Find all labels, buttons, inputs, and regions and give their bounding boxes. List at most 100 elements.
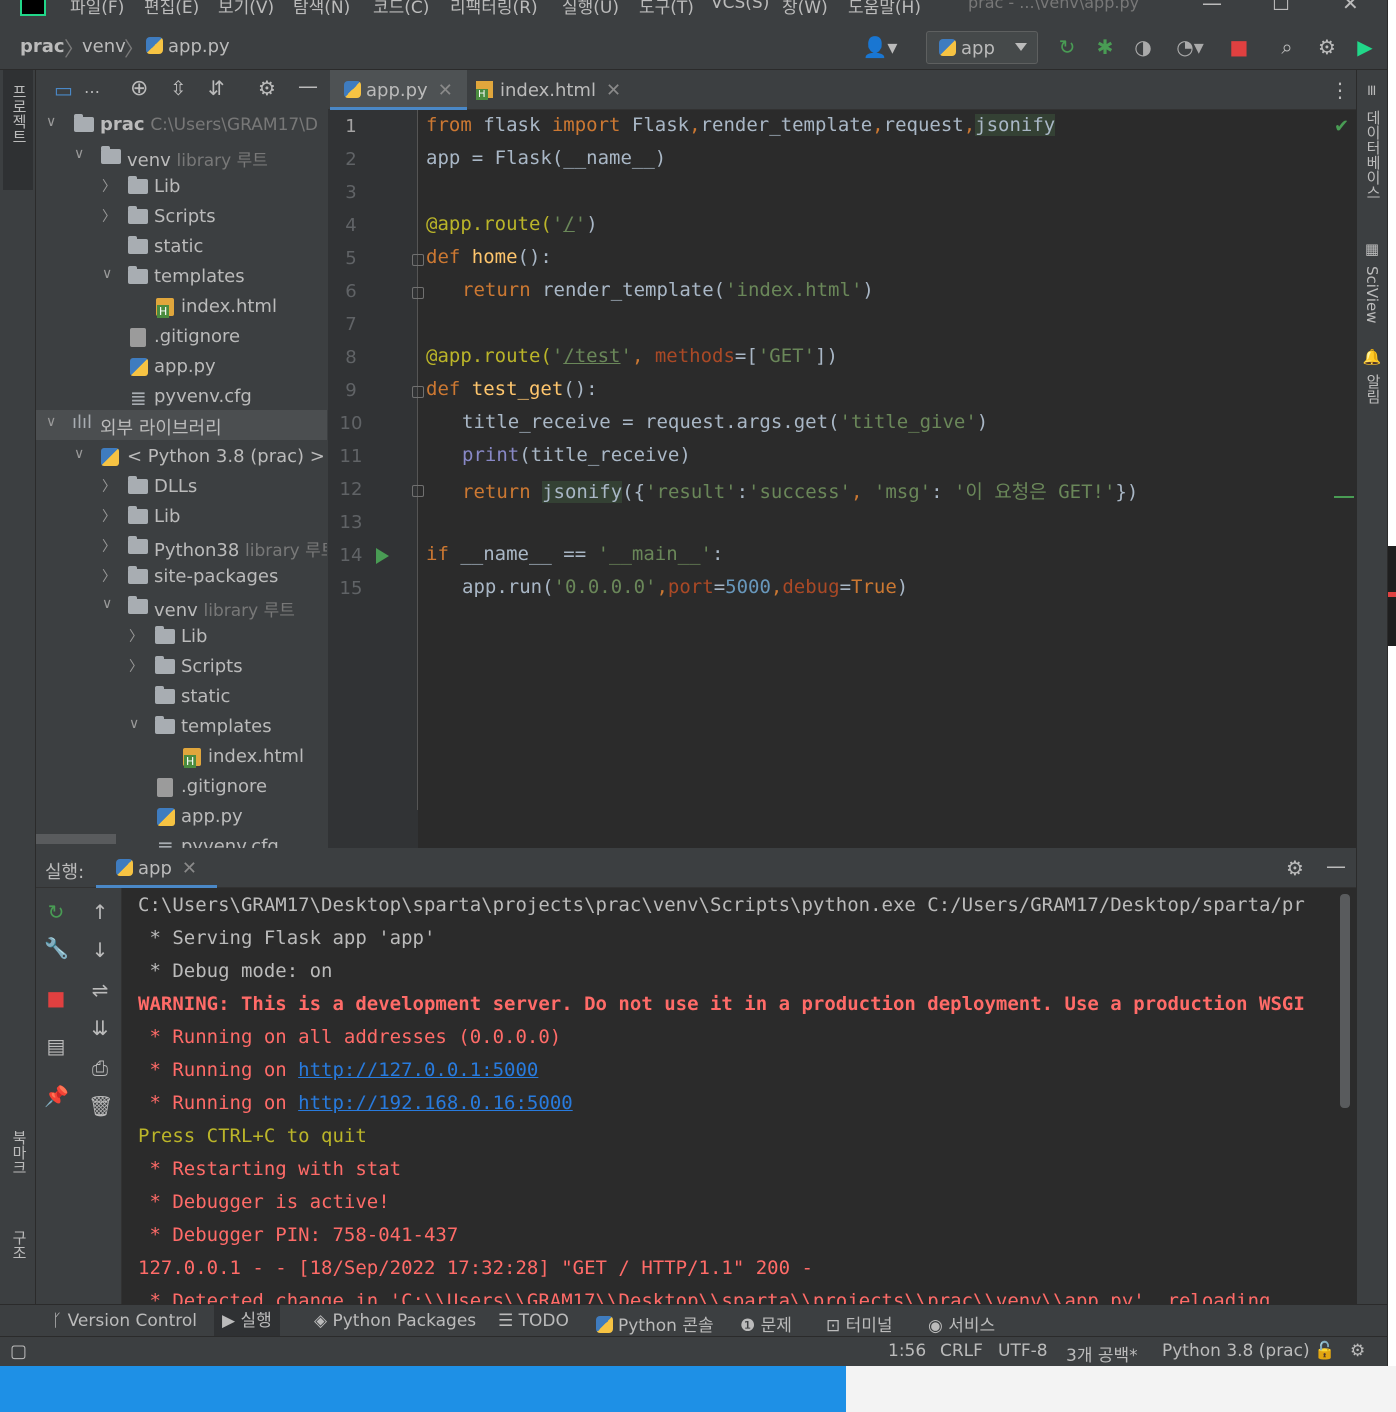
chevron-right-icon[interactable]: 〉 xyxy=(102,506,116,526)
tree-item-sdk-gitignore[interactable]: .gitignore xyxy=(36,772,327,802)
panel-settings-gear-icon[interactable]: ⚙ xyxy=(258,76,276,100)
console-scrollbar[interactable] xyxy=(1340,894,1350,1108)
tree-item-sdk-venv-scripts[interactable]: 〉 Scripts xyxy=(36,652,327,682)
pin-icon[interactable]: 📌 xyxy=(44,1084,69,1108)
menu-view[interactable]: 보기(V) xyxy=(218,0,274,16)
tool-window-database[interactable]: 데이터베이스 xyxy=(1363,110,1384,200)
chevron-right-icon[interactable]: 〉 xyxy=(102,206,116,226)
close-window-icon[interactable]: ✕ xyxy=(1342,0,1359,15)
tool-window-project[interactable]: 프로젝트 xyxy=(9,84,30,144)
trash-icon[interactable]: 🗑 xyxy=(88,1094,113,1118)
maximize-icon[interactable]: ☐ xyxy=(1272,0,1290,15)
wrench-icon[interactable]: 🔧 xyxy=(44,936,69,960)
coverage-icon[interactable]: ◑ xyxy=(1132,36,1154,58)
line-separator[interactable]: CRLF xyxy=(940,1341,983,1361)
chevron-down-icon[interactable]: ∨ xyxy=(46,414,56,430)
tree-item-gitignore[interactable]: .gitignore xyxy=(36,322,327,352)
console-link-localhost[interactable]: http://127.0.0.1:5000 xyxy=(298,1059,538,1081)
chevron-right-icon[interactable]: 〉 xyxy=(102,476,116,496)
stop-icon[interactable]: ■ xyxy=(1228,36,1250,58)
menu-navigate[interactable]: 탐색(N) xyxy=(293,0,350,16)
tool-python-packages[interactable]: ◈ Python Packages xyxy=(314,1311,476,1331)
restore-layout-icon[interactable]: ▤ xyxy=(44,1034,68,1058)
tree-item-sdk-venv-lib[interactable]: 〉 Lib xyxy=(36,622,327,652)
chevron-down-icon[interactable]: ∨ xyxy=(102,266,112,282)
chevron-down-icon[interactable]: ∨ xyxy=(74,446,84,462)
tree-item-site-packages[interactable]: 〉 site-packages xyxy=(36,562,327,592)
menu-code[interactable]: 코드(C) xyxy=(373,0,429,16)
chevron-right-icon[interactable]: 〉 xyxy=(129,626,143,646)
run-gutter-icon[interactable] xyxy=(376,548,389,564)
breadcrumb-project[interactable]: prac xyxy=(20,36,65,57)
print-icon[interactable]: ⎙ xyxy=(88,1056,112,1080)
user-account-icon[interactable]: 👤▾ xyxy=(862,36,898,58)
tree-item-venv[interactable]: ∨ venv library 루트 xyxy=(36,142,327,172)
chevron-down-icon[interactable]: ∨ xyxy=(102,596,112,612)
tree-item-project-root[interactable]: ∨ prac C:\Users\GRAM17\D xyxy=(36,110,327,140)
more-options-icon[interactable]: ⋮ xyxy=(1330,78,1350,102)
chevron-down-icon[interactable]: ∨ xyxy=(46,114,56,130)
tool-window-sciview[interactable]: SciView xyxy=(1363,266,1381,324)
tree-item-sdk-app-py[interactable]: app.py xyxy=(36,802,327,832)
tool-todo[interactable]: ☰ TODO xyxy=(498,1311,569,1331)
locate-file-icon[interactable]: ⊕ xyxy=(130,76,148,101)
tab-app-py[interactable]: app.py ✕ xyxy=(330,70,467,110)
chevron-down-icon[interactable]: ∨ xyxy=(129,716,139,732)
tool-run[interactable]: ▶ 실행 xyxy=(214,1305,280,1337)
menu-vcs[interactable]: VCS(S) xyxy=(711,0,769,13)
console-output[interactable]: C:\Users\GRAM17\Desktop\sparta\projects\… xyxy=(138,888,1348,1304)
tree-item-dlls[interactable]: 〉 DLLs xyxy=(36,472,327,502)
chevron-right-icon[interactable]: 〉 xyxy=(102,536,116,556)
tool-services[interactable]: ◉ 서비스 xyxy=(928,1311,995,1336)
minimize-icon[interactable]: — xyxy=(1202,0,1222,15)
menu-window[interactable]: 창(W) xyxy=(782,0,828,16)
tree-item-sdk-venv-templates[interactable]: ∨ templates xyxy=(36,712,327,742)
arrow-down-icon[interactable]: ↓ xyxy=(88,938,112,962)
profile-icon[interactable]: ◔▾ xyxy=(1170,36,1210,58)
jetbrains-toolbox-icon[interactable]: ▶ xyxy=(1354,36,1376,58)
inspection-ok-check-icon[interactable]: ✔ xyxy=(1334,116,1349,137)
console-link-lan[interactable]: http://192.168.0.16:5000 xyxy=(298,1092,573,1114)
chevron-right-icon[interactable]: 〉 xyxy=(102,566,116,586)
file-encoding[interactable]: UTF-8 xyxy=(998,1341,1048,1361)
tree-item-sdk-index-html[interactable]: index.html xyxy=(36,742,327,772)
breadcrumb-file[interactable]: app.py xyxy=(146,36,230,57)
menu-help[interactable]: 도움말(H) xyxy=(848,0,921,16)
lock-icon[interactable]: 🔓 xyxy=(1314,1341,1335,1361)
soft-wrap-icon[interactable]: ⇌ xyxy=(88,978,112,1002)
expand-all-icon[interactable]: ⇳ xyxy=(170,76,187,100)
tree-item-sdk-venv-static[interactable]: static xyxy=(36,682,327,712)
stop-icon[interactable]: ■ xyxy=(44,986,68,1010)
tab-index-html[interactable]: index.html ✕ xyxy=(462,70,635,110)
menu-run[interactable]: 실행(U) xyxy=(562,0,619,16)
caret-position[interactable]: 1:56 xyxy=(888,1341,926,1361)
indent-setting[interactable]: 3개 공백* xyxy=(1066,1341,1138,1366)
tree-item-app-py[interactable]: app.py xyxy=(36,352,327,382)
project-horizontal-scrollbar[interactable] xyxy=(36,834,116,844)
run-settings-gear-icon[interactable]: ⚙ xyxy=(1286,856,1304,880)
tree-item-sdk-venv[interactable]: ∨ venv library 루트 xyxy=(36,592,327,622)
rerun-icon[interactable]: ↻ xyxy=(1056,36,1078,58)
fold-marker-icon[interactable] xyxy=(412,386,424,398)
tool-version-control[interactable]: ᚴ Version Control xyxy=(52,1311,197,1331)
close-tab-icon[interactable]: ✕ xyxy=(606,80,621,101)
tool-problems[interactable]: ❶ 문제 xyxy=(740,1311,792,1336)
hide-panel-icon[interactable]: — xyxy=(298,74,318,98)
tree-item-lib[interactable]: 〉 Lib xyxy=(36,172,327,202)
chevron-down-icon[interactable]: ∨ xyxy=(74,146,84,162)
tool-window-structure[interactable]: 구조 xyxy=(9,1230,30,1260)
tree-item-static[interactable]: static xyxy=(36,232,327,262)
menu-edit[interactable]: 편집(E) xyxy=(144,0,199,16)
fold-marker-icon[interactable] xyxy=(412,254,424,266)
project-view-icon[interactable]: ▭ xyxy=(54,78,73,102)
notifications-icon[interactable]: ⚙ xyxy=(1350,1341,1365,1361)
fold-marker-icon[interactable] xyxy=(412,287,424,299)
python-interpreter[interactable]: Python 3.8 (prac) xyxy=(1162,1341,1310,1361)
settings-gear-icon[interactable]: ⚙ xyxy=(1316,36,1338,58)
tree-item-python38[interactable]: 〉 Python38 library 루트 xyxy=(36,532,327,562)
close-tab-icon[interactable]: ✕ xyxy=(182,858,197,879)
breadcrumb-venv[interactable]: venv xyxy=(82,36,126,57)
view-options-dots[interactable]: … xyxy=(84,78,100,97)
tool-terminal[interactable]: ⊡ 터미널 xyxy=(826,1311,893,1336)
tree-item-scripts[interactable]: 〉 Scripts xyxy=(36,202,327,232)
